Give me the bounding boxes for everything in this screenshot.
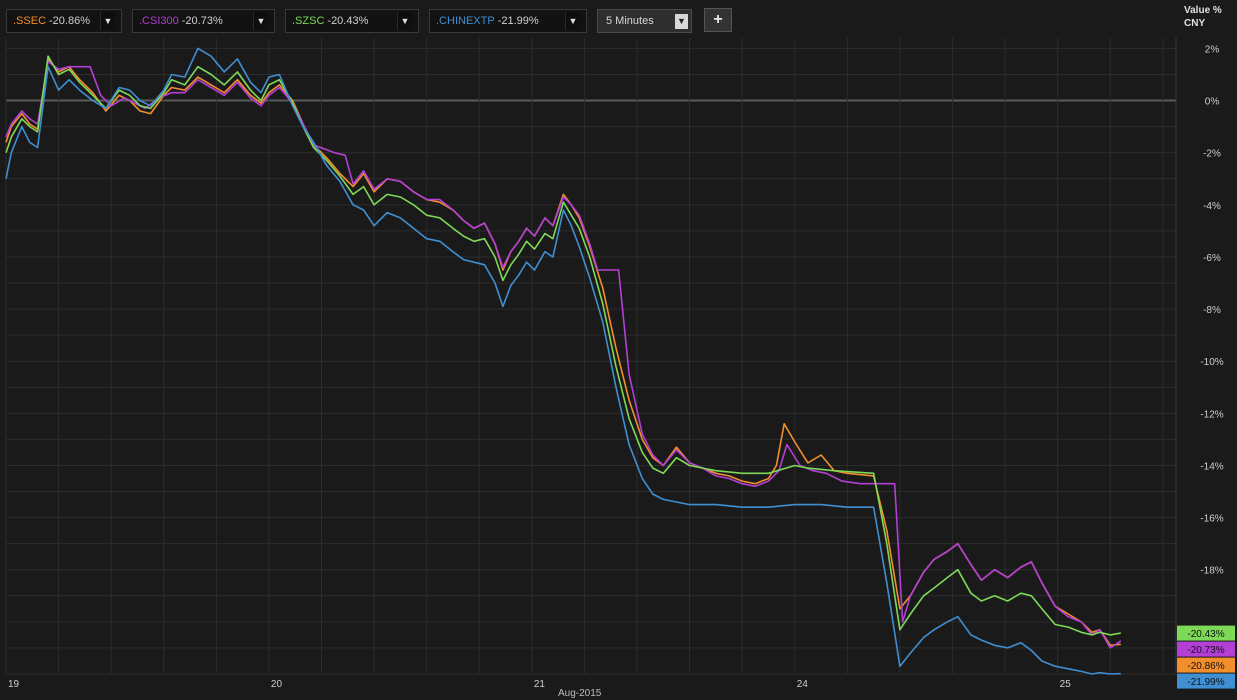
series-symbol: .CHINEXTP: [436, 15, 495, 27]
end-value-labels: -20.43% -20.73% -20.86% -21.99%: [1177, 625, 1235, 689]
series-chip-ssec[interactable]: .SSEC -20.86% ▼: [6, 9, 122, 33]
series-chip-chinextp[interactable]: .CHINEXTP -21.99% ▼: [429, 9, 587, 33]
end-label-text: -20.43%: [1187, 629, 1224, 640]
interval-label: 5 Minutes: [606, 15, 654, 27]
y-tick-label: -8%: [1203, 305, 1221, 316]
dropdown-arrow-icon[interactable]: ▼: [565, 12, 580, 30]
series-line-csi300: [5, 60, 1122, 649]
y-tick-label: -14%: [1200, 461, 1223, 472]
series-value: -21.99%: [497, 15, 539, 27]
series-line-szsc: [5, 55, 1121, 636]
series-chip-csi300[interactable]: .CSI300 -20.73% ▼: [132, 9, 275, 33]
dropdown-arrow-icon[interactable]: ▼: [253, 12, 268, 30]
series-symbol: .CSI300: [139, 15, 179, 27]
y-tick-label: -18%: [1200, 566, 1223, 577]
x-tick-label: 25: [1060, 679, 1072, 690]
y-tick-label: 2%: [1205, 44, 1220, 55]
series-symbol: .SZSC: [292, 15, 325, 27]
y-axis-currency: CNY: [1184, 18, 1206, 29]
end-label-text: -20.86%: [1187, 661, 1224, 672]
x-axis-month-label: Aug-2015: [558, 688, 602, 699]
end-label-csi300: -20.73%: [1177, 641, 1235, 657]
y-axis-title: Value % CNY: [1184, 4, 1222, 30]
series-line-ssec: [5, 58, 1121, 647]
series-value: -20.86%: [49, 15, 90, 27]
x-tick-label: 21: [534, 679, 546, 690]
toolbar: .SSEC -20.86% ▼ .CSI300 -20.73% ▼ .SZSC -20…: [0, 0, 1180, 38]
y-tick-label: 0%: [1205, 97, 1220, 108]
grid: [5, 38, 1177, 675]
y-tick-label: -6%: [1203, 253, 1221, 264]
x-axis-ticks: 19 20 21 24 25: [8, 679, 1071, 690]
add-series-button[interactable]: +: [704, 8, 732, 32]
series-symbol: .SSEC: [13, 15, 47, 27]
x-tick-label: 24: [797, 679, 809, 690]
series-value: -20.73%: [181, 15, 223, 27]
y-tick-label: -12%: [1200, 409, 1223, 420]
end-label-text: -21.99%: [1187, 677, 1224, 688]
end-label-ssec: -20.86%: [1177, 657, 1235, 673]
y-tick-label: -4%: [1203, 201, 1221, 212]
x-tick-label: 19: [8, 679, 20, 690]
dropdown-arrow-icon[interactable]: ▼: [100, 12, 115, 30]
interval-select[interactable]: 5 Minutes ▼: [597, 9, 692, 33]
end-label-szsc: -20.43%: [1177, 625, 1235, 641]
y-tick-label: -16%: [1200, 514, 1223, 525]
y-axis-unit: Value %: [1184, 5, 1222, 16]
price-chart[interactable]: 2% 0% -2% -4% -6% -8% -10% -12% -14% -16% -18% 19 2…: [0, 0, 1237, 700]
end-label-chinextp: -21.99%: [1177, 673, 1235, 689]
x-tick-label: 20: [271, 679, 283, 690]
dropdown-arrow-icon[interactable]: ▼: [397, 12, 412, 30]
y-tick-label: -2%: [1203, 149, 1221, 160]
y-tick-label: -10%: [1200, 357, 1223, 368]
series-value: -20.43%: [327, 15, 369, 27]
series-chip-szsc[interactable]: .SZSC -20.43% ▼: [285, 9, 419, 33]
end-label-text: -20.73%: [1187, 645, 1224, 656]
dropdown-arrow-icon[interactable]: ▼: [675, 13, 688, 29]
y-axis-ticks: 2% 0% -2% -4% -6% -8% -10% -12% -14% -16% -18%: [1200, 44, 1223, 576]
